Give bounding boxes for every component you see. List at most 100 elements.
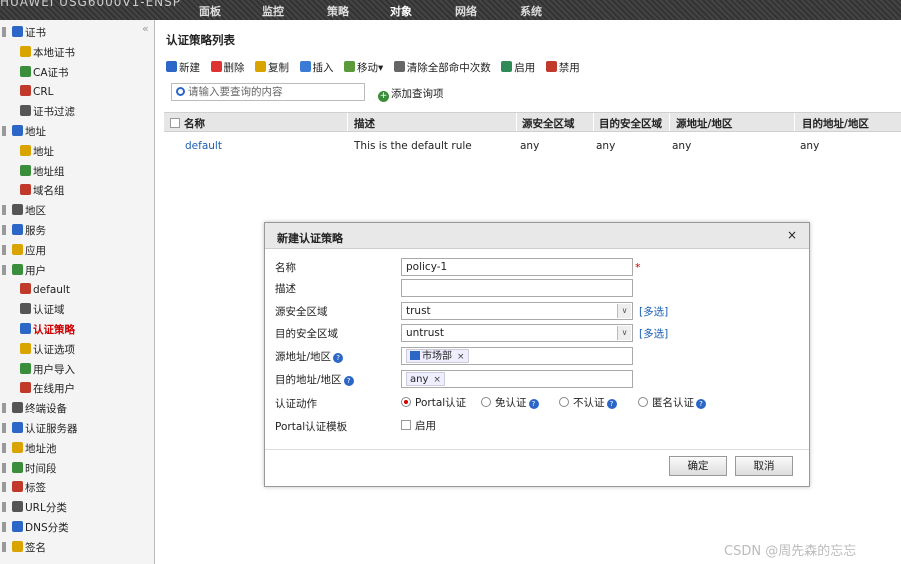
dst-addr-field[interactable]: any × <box>401 370 633 388</box>
tree-expander-icon[interactable] <box>2 244 6 255</box>
sidebar-item-label: 用户 <box>25 264 46 277</box>
chevron-down-icon[interactable]: ∨ <box>617 326 631 340</box>
src-zone-multiselect[interactable]: [多选] <box>639 304 668 319</box>
tree-expander-icon[interactable] <box>2 423 6 433</box>
sidebar-item-icon <box>20 45 31 57</box>
move-button[interactable]: 移动▾ <box>344 60 383 75</box>
tree-expander-icon[interactable] <box>2 522 6 532</box>
clear-hits-button[interactable]: 清除全部命中次数 <box>393 60 491 75</box>
action-none-radio[interactable]: 不认证? <box>559 395 617 410</box>
sidebar-item[interactable]: 认证服务器 <box>2 420 78 438</box>
sidebar-item[interactable]: 认证选项 <box>20 341 75 359</box>
help-icon[interactable]: ? <box>333 353 344 363</box>
nav-monitor[interactable]: 监控 <box>262 3 284 19</box>
delete-icon <box>210 61 222 72</box>
tag-remove-icon[interactable]: × <box>433 375 441 385</box>
chevron-down-icon[interactable]: ∨ <box>617 304 631 318</box>
table-row[interactable]: default This is the default rule any any… <box>164 136 901 156</box>
dst-addr-label: 目的地址/地区? <box>275 372 354 387</box>
sidebar-item-icon <box>12 441 23 453</box>
radio-icon <box>638 397 648 407</box>
src-zone-select[interactable]: trust ∨ <box>401 302 633 320</box>
nav-network[interactable]: 网络 <box>455 3 477 19</box>
tree-expander-icon[interactable] <box>2 403 6 414</box>
search-input[interactable]: 请输入要查询的内容 <box>171 83 365 101</box>
sidebar-item[interactable]: URL分类 <box>2 499 67 517</box>
help-icon[interactable]: ? <box>696 399 706 409</box>
sidebar-item[interactable]: CA证书 <box>20 64 69 82</box>
add-query-button[interactable]: + 添加查询项 <box>378 86 444 102</box>
sidebar-item[interactable]: default <box>20 281 70 299</box>
sidebar-item[interactable]: 地区 <box>2 202 46 220</box>
sidebar-item[interactable]: 用户 <box>2 262 46 280</box>
sidebar-item[interactable]: 证书 <box>2 24 46 42</box>
tree-expander-icon[interactable] <box>2 482 6 493</box>
copy-button[interactable]: 复制 <box>255 60 289 75</box>
policy-name-link[interactable]: default <box>185 140 222 152</box>
sidebar-item[interactable]: CRL <box>20 83 53 101</box>
sidebar-item[interactable]: 认证策略 <box>20 321 75 339</box>
cancel-button[interactable]: 取消 <box>735 456 793 476</box>
close-icon[interactable]: × <box>787 228 797 242</box>
sidebar-item[interactable]: 本地证书 <box>20 44 75 62</box>
sidebar-item[interactable]: 用户导入 <box>20 361 75 379</box>
sidebar-item[interactable]: 地址 <box>20 143 54 161</box>
sidebar-item[interactable]: 终端设备 <box>2 400 67 418</box>
dst-zone-select[interactable]: untrust ∨ <box>401 324 633 342</box>
sidebar-item[interactable]: DNS分类 <box>2 519 69 537</box>
action-exempt-radio[interactable]: 免认证? <box>481 395 539 410</box>
delete-button[interactable]: 删除 <box>210 60 245 75</box>
tag-remove-icon[interactable]: × <box>457 352 465 362</box>
disable-button[interactable]: 禁用 <box>545 60 580 75</box>
sidebar-item-icon <box>20 382 31 394</box>
sidebar-item-label: 地址池 <box>25 442 57 455</box>
nav-system[interactable]: 系统 <box>520 3 542 19</box>
nav-policy[interactable]: 策略 <box>327 3 349 19</box>
tree-expander-icon[interactable] <box>2 442 6 453</box>
nav-object[interactable]: 对象 <box>390 3 412 19</box>
desc-field[interactable] <box>401 279 633 297</box>
help-icon[interactable]: ? <box>343 376 354 386</box>
tree-expander-icon[interactable] <box>2 462 6 473</box>
action-anonymous-radio[interactable]: 匿名认证? <box>638 395 706 410</box>
collapse-icon[interactable]: « <box>142 22 149 35</box>
sidebar-item[interactable]: 标签 <box>2 479 46 497</box>
action-portal-radio[interactable]: Portal认证 <box>401 395 466 410</box>
sidebar-item[interactable]: 时间段 <box>2 460 57 478</box>
sidebar-item[interactable]: 证书过滤 <box>20 103 75 121</box>
sidebar-item[interactable]: 在线用户 <box>20 380 75 398</box>
sidebar-item[interactable]: 服务 <box>2 222 46 240</box>
select-all-checkbox[interactable] <box>170 118 180 128</box>
dst-zone-multiselect[interactable]: [多选] <box>639 326 668 341</box>
ok-button[interactable]: 确定 <box>669 456 727 476</box>
sidebar-item-label: default <box>33 284 70 297</box>
col-name: 名称 <box>170 116 205 131</box>
tree-expander-icon[interactable] <box>2 27 6 37</box>
sidebar-item[interactable]: 地址 <box>2 123 46 141</box>
new-button[interactable]: 新建 <box>166 60 200 75</box>
src-addr-field[interactable]: 市场部 × <box>401 347 633 365</box>
src-addr-label: 源地址/地区? <box>275 349 344 364</box>
tree-expander-icon[interactable] <box>2 126 6 136</box>
name-field[interactable]: policy-1 <box>401 258 633 276</box>
tree-expander-icon[interactable] <box>2 205 6 216</box>
sidebar-item-label: 地址 <box>33 145 54 158</box>
sidebar-item[interactable]: 签名 <box>2 539 46 557</box>
tree-expander-icon[interactable] <box>2 264 6 275</box>
tree-expander-icon[interactable] <box>2 541 6 552</box>
tree-expander-icon[interactable] <box>2 225 6 235</box>
help-icon[interactable]: ? <box>528 399 539 409</box>
sidebar-item[interactable]: 地址组 <box>20 163 65 181</box>
enable-checkbox[interactable] <box>401 420 411 430</box>
column-divider <box>347 113 348 131</box>
sidebar-item[interactable]: 地址池 <box>2 440 57 458</box>
nav-dashboard[interactable]: 面板 <box>199 3 221 19</box>
sidebar-item[interactable]: 域名组 <box>20 182 65 200</box>
portal-template-enable[interactable]: 启用 <box>401 418 436 433</box>
tree-expander-icon[interactable] <box>2 502 6 513</box>
enable-button[interactable]: 启用 <box>501 60 535 75</box>
sidebar-item[interactable]: 应用 <box>2 242 46 260</box>
insert-button[interactable]: 插入 <box>299 60 334 75</box>
help-icon[interactable]: ? <box>606 399 617 409</box>
sidebar-item[interactable]: 认证域 <box>20 301 65 319</box>
